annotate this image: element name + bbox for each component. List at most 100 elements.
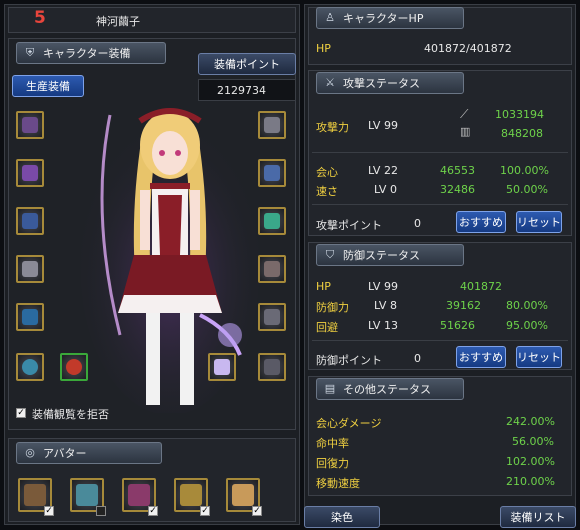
equipment-slot[interactable] (16, 303, 44, 331)
stat-level: LV 99 (368, 280, 398, 293)
hp-label: HP (316, 42, 331, 55)
weapon-icon: ⟋ (460, 107, 469, 121)
divider (312, 204, 568, 205)
production-label: 生産装備 (26, 80, 70, 93)
attack-label: 攻撃力 (316, 121, 349, 134)
stat-level: LV 0 (374, 183, 397, 196)
stat-value: 39162 (446, 299, 481, 312)
attack-tab-label: 攻撃ステータス (343, 77, 420, 90)
attack-level: LV 99 (368, 119, 398, 132)
attack-value: 848208 (501, 127, 543, 140)
reset-label: リセット (517, 216, 561, 229)
tab-character-equipment[interactable]: ⛨ キャラクター装備 (16, 42, 166, 64)
avatar-visible-checkbox[interactable] (96, 506, 106, 516)
equipment-slot[interactable] (16, 111, 44, 139)
equip-points-button[interactable]: 装備ポイント (198, 53, 296, 75)
stat-value: 210.00% (506, 475, 555, 488)
equipment-slot[interactable] (258, 353, 286, 381)
stat-label: 防御力 (316, 301, 349, 314)
avatar-tab-label: アバター (43, 447, 87, 460)
equipment-list-button[interactable]: 装備リスト (500, 506, 576, 528)
armor-icon: ⛨ (25, 46, 35, 59)
stat-label: 速さ (316, 185, 338, 198)
stat-percent: 80.00% (506, 299, 548, 312)
equipment-slot[interactable] (258, 159, 286, 187)
equipment-slot[interactable] (258, 111, 286, 139)
tab-avatar[interactable]: ◎ アバター (16, 442, 162, 464)
attack-points-value: 0 (414, 217, 421, 230)
defense-points-value: 0 (414, 352, 421, 365)
attack-recommend-button[interactable]: おすすめ (456, 211, 506, 233)
refuse-view-checkbox[interactable]: ✓ (16, 408, 26, 418)
hp-value: 401872/401872 (424, 42, 512, 55)
other-tab-label: その他ステータス (343, 383, 431, 396)
stat-value: 32486 (440, 183, 475, 196)
hp-tab-label: キャラクターHP (343, 12, 424, 25)
tab-label: キャラクター装備 (43, 47, 131, 60)
stat-level: LV 8 (374, 299, 397, 312)
stat-label: 回復力 (316, 457, 349, 470)
stat-percent: 50.00% (506, 183, 548, 196)
stat-label: 回避 (316, 321, 338, 334)
equipment-slot[interactable] (258, 303, 286, 331)
stat-level: LV 13 (368, 319, 398, 332)
equipment-list-label: 装備リスト (510, 511, 566, 524)
stat-label: 会心ダメージ (316, 417, 382, 430)
dye-button[interactable]: 染色 (304, 506, 380, 528)
stat-value: 56.00% (512, 435, 554, 448)
attack-reset-button[interactable]: リセット (516, 211, 562, 233)
equip-points-label: 装備ポイント (214, 58, 280, 71)
stat-label: 命中率 (316, 437, 349, 450)
stat-value: 242.00% (506, 415, 555, 428)
name-bar (8, 7, 296, 33)
stat-value: 102.00% (506, 455, 555, 468)
recommend-label: おすすめ (459, 216, 503, 229)
production-equipment-button[interactable]: 生産装備 (12, 75, 84, 97)
defense-points-label: 防御ポイント (316, 354, 382, 367)
attack-value: 1033194 (495, 108, 544, 121)
mask-icon: ◎ (25, 446, 35, 459)
tab-defense-status[interactable]: ⛉ 防御ステータス (316, 244, 464, 266)
divider (312, 340, 568, 341)
level-badge: 5 (34, 8, 46, 28)
equipment-slot[interactable] (16, 159, 44, 187)
character-name: 神河繭子 (96, 15, 140, 28)
shield-icon: ⛉ (325, 248, 335, 261)
stat-value: 51626 (440, 319, 475, 332)
tab-attack-status[interactable]: ⚔ 攻撃ステータス (316, 72, 464, 94)
stat-label: 会心 (316, 166, 338, 179)
stat-label: 移動速度 (316, 477, 360, 490)
equipment-slot[interactable] (208, 353, 236, 381)
tab-other-status[interactable]: ▤ その他ステータス (316, 378, 464, 400)
defense-tab-label: 防御ステータス (343, 249, 420, 262)
stat-value: 46553 (440, 164, 475, 177)
avatar-visible-checkbox[interactable]: ✓ (44, 506, 54, 516)
trash-icon: ▥ (460, 125, 471, 138)
reset-label: リセット (517, 351, 561, 364)
stat-label: HP (316, 280, 331, 293)
equipment-slot[interactable] (258, 255, 286, 283)
equipment-slot[interactable] (16, 353, 44, 381)
equipment-slot[interactable] (60, 353, 88, 381)
avatar-visible-checkbox[interactable]: ✓ (200, 506, 210, 516)
equipment-slot[interactable] (16, 207, 44, 235)
equipment-slot[interactable] (258, 207, 286, 235)
avatar-visible-checkbox[interactable]: ✓ (148, 506, 158, 516)
tab-character-hp[interactable]: ♙ キャラクターHP (316, 7, 464, 29)
stat-percent: 100.00% (500, 164, 549, 177)
divider (312, 152, 568, 153)
sword-icon: ⚔ (325, 76, 335, 89)
defense-recommend-button[interactable]: おすすめ (456, 346, 506, 368)
book-icon: ▤ (324, 382, 336, 395)
defense-reset-button[interactable]: リセット (516, 346, 562, 368)
recommend-label: おすすめ (459, 351, 503, 364)
equipment-slot[interactable] (16, 255, 44, 283)
attack-points-label: 攻撃ポイント (316, 219, 382, 232)
stat-percent: 95.00% (506, 319, 548, 332)
stat-level: LV 22 (368, 164, 398, 177)
avatar-visible-checkbox[interactable]: ✓ (252, 506, 262, 516)
character-icon: ♙ (325, 11, 335, 24)
dye-label: 染色 (331, 511, 353, 524)
stat-value: 401872 (460, 280, 502, 293)
refuse-view-label: 装備観覧を拒否 (32, 408, 109, 421)
